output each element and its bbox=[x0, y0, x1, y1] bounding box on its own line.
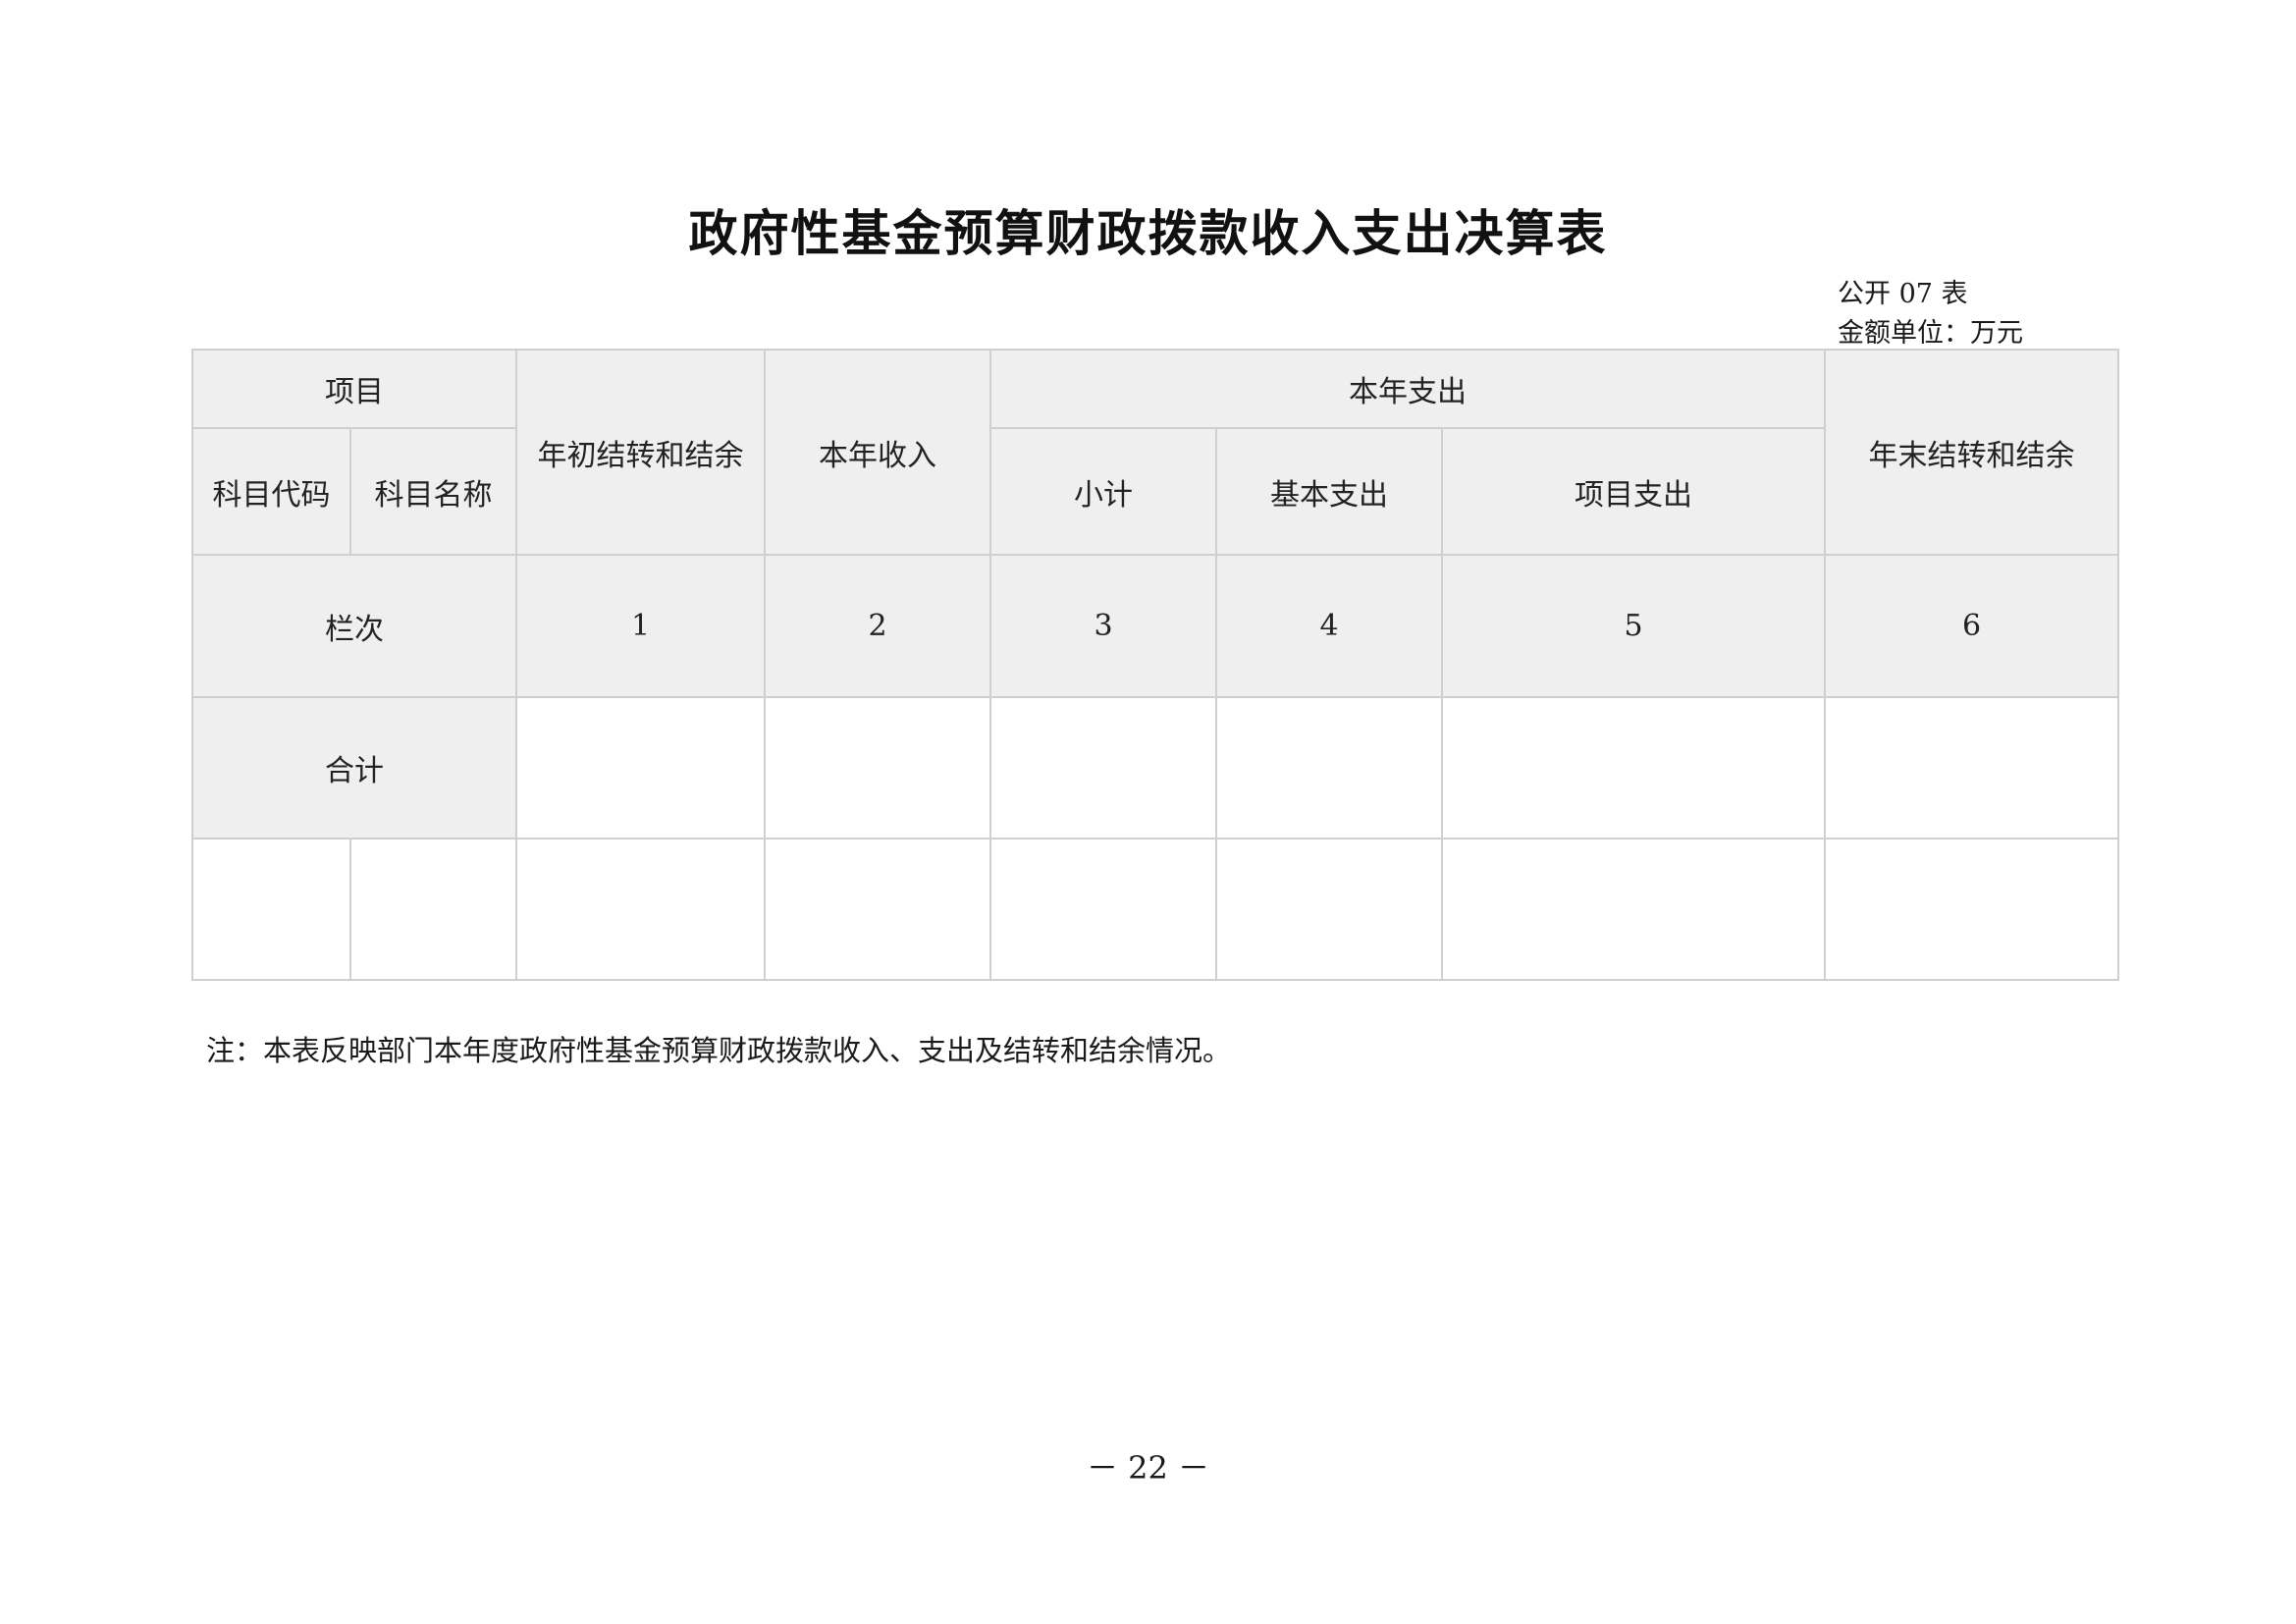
total-cell bbox=[1440, 696, 1827, 839]
total-cell bbox=[989, 696, 1217, 839]
header-item: 项目 bbox=[191, 349, 517, 429]
column-number-cell: 2 bbox=[764, 554, 991, 698]
subject-name-cell bbox=[349, 838, 517, 981]
table-row bbox=[191, 838, 2120, 981]
header-closing-balance: 年末结转和结余 bbox=[1824, 349, 2120, 556]
form-number: 公开 07 表 bbox=[1838, 279, 1968, 309]
header-current-income: 本年收入 bbox=[764, 349, 991, 556]
page-title: 政府性基金预算财政拨款收入支出决算表 bbox=[688, 205, 1608, 262]
data-cell bbox=[1824, 838, 2120, 981]
total-cell bbox=[1215, 696, 1443, 839]
header-subtotal: 小计 bbox=[989, 427, 1217, 556]
column-number-row: 栏次 1 2 3 4 5 6 bbox=[191, 554, 2120, 698]
header-current-expense: 本年支出 bbox=[988, 349, 1827, 429]
budget-table: 项目 年初结转和结余 本年收入 本年支出 年末结转和结余 科目代码 科目名称 小… bbox=[191, 349, 2120, 981]
data-cell bbox=[1215, 838, 1443, 981]
header-opening-balance: 年初结转和结余 bbox=[515, 349, 766, 556]
table-note: 注：本表反映部门本年度政府性基金预算财政拨款收入、支出及结转和结余情况。 bbox=[206, 1034, 1232, 1067]
total-cell bbox=[764, 696, 991, 839]
column-number-cell: 3 bbox=[989, 554, 1217, 698]
header-subject-name: 科目名称 bbox=[349, 427, 517, 556]
header-project-expense: 项目支出 bbox=[1440, 427, 1827, 556]
header-row-1: 项目 年初结转和结余 本年收入 本年支出 年末结转和结余 bbox=[191, 349, 2120, 556]
data-cell bbox=[989, 838, 1217, 981]
header-basic-expense: 基本支出 bbox=[1215, 427, 1443, 556]
column-number-cell: 6 bbox=[1824, 554, 2120, 698]
header-subject-code: 科目代码 bbox=[191, 427, 351, 556]
data-cell bbox=[764, 838, 991, 981]
total-cell bbox=[1824, 696, 2120, 839]
total-row: 合计 bbox=[191, 696, 2120, 839]
data-cell bbox=[515, 838, 766, 981]
column-number-cell: 1 bbox=[515, 554, 766, 698]
column-number-label: 栏次 bbox=[191, 554, 517, 698]
data-cell bbox=[1440, 838, 1827, 981]
total-label: 合计 bbox=[191, 696, 517, 839]
amount-unit: 金额单位：万元 bbox=[1838, 318, 2023, 349]
column-number-cell: 5 bbox=[1440, 554, 1827, 698]
page-number: － 22 － bbox=[1086, 1449, 1210, 1487]
column-number-cell: 4 bbox=[1215, 554, 1443, 698]
subject-code-cell bbox=[191, 838, 351, 981]
total-cell bbox=[515, 696, 766, 839]
